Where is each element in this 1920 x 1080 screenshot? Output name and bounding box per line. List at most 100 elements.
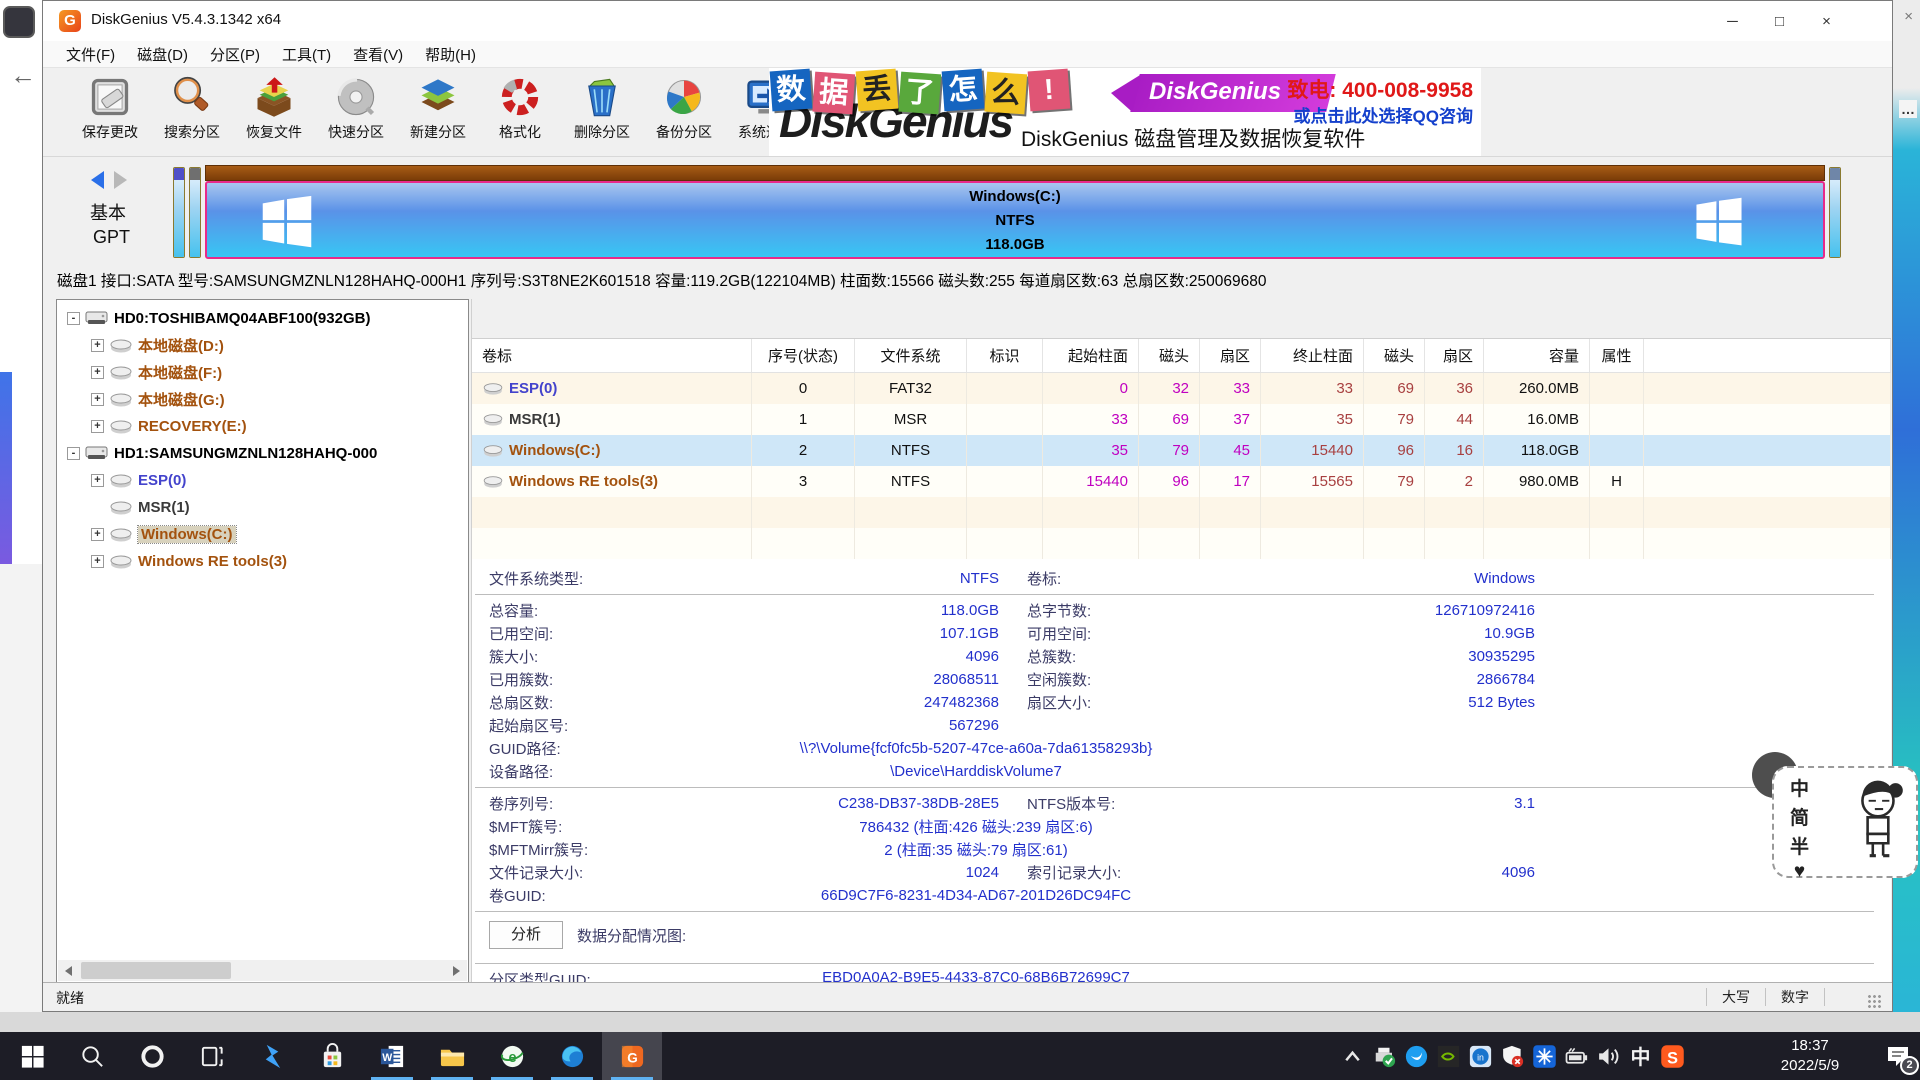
tree-item[interactable]: + 本地磁盘(F:)	[59, 359, 466, 386]
tree-item[interactable]: MSR(1)	[59, 494, 466, 521]
column-header[interactable]: 扇区	[1425, 339, 1484, 372]
tray-intel-graphics-button[interactable]: in	[1468, 1044, 1493, 1069]
detail-row: 已用簇数: 28068511 空闲簇数: 2866784	[472, 668, 1891, 691]
partition-row[interactable]: Windows RE tools(3) 3NTFS154409617155657…	[472, 466, 1891, 497]
tree-horizont al-scrollbar[interactable]	[58, 960, 467, 981]
taskbar-task-view-button[interactable]	[182, 1032, 242, 1080]
tray-tray-expand-button[interactable]	[1340, 1044, 1365, 1069]
expand-icon[interactable]: +	[91, 474, 104, 487]
expand-icon[interactable]: +	[91, 366, 104, 379]
taskbar-diskgenius-button[interactable]: G	[602, 1032, 662, 1080]
column-header[interactable]: 标识	[967, 339, 1043, 372]
toolbar-button-label: 备份分区	[656, 122, 712, 142]
tree-item[interactable]: + Windows RE tools(3)	[59, 548, 466, 575]
detail-row: $MFTMirr簇号: 2 (柱面:35 磁头:79 扇区:61)	[472, 838, 1891, 861]
tree-item[interactable]: - HD1:SAMSUNGMZNLN128HAHQ-000	[59, 440, 466, 467]
column-header[interactable]: 终止柱面	[1261, 339, 1364, 372]
cell	[1590, 435, 1644, 466]
menu-item-5[interactable]: 帮助(H)	[414, 41, 487, 67]
prev-disk-button[interactable]	[91, 171, 104, 189]
taskbar-clock[interactable]: 18:37 2022/5/9	[1755, 1036, 1865, 1076]
tray-printer-status-button[interactable]	[1372, 1044, 1397, 1069]
tray-snowflake-tool-button[interactable]	[1532, 1044, 1557, 1069]
expand-icon[interactable]: +	[91, 555, 104, 568]
scroll-left-button[interactable]	[58, 960, 79, 981]
toolbar-quick-button[interactable]: 快速分区	[315, 71, 397, 153]
menu-item-1[interactable]: 磁盘(D)	[126, 41, 199, 67]
tree-item[interactable]: + RECOVERY(E:)	[59, 413, 466, 440]
taskbar-flash-app-button[interactable]	[242, 1032, 302, 1080]
partition-row[interactable]: MSR(1) 1MSR33693735794416.0MB	[472, 404, 1891, 435]
menu-item-4[interactable]: 查看(V)	[342, 41, 414, 67]
partition-bar-windows-c[interactable]: Windows(C:) NTFS 118.0GB	[205, 181, 1825, 259]
tree-indent	[91, 501, 104, 514]
tray-ime-mode-button[interactable]: 中	[1628, 1044, 1653, 1069]
menu-item-0[interactable]: 文件(F)	[55, 41, 126, 67]
notification-center-button[interactable]: 2	[1884, 1042, 1912, 1070]
column-header[interactable]: 磁头	[1139, 339, 1200, 372]
column-header[interactable]: 序号(状态)	[752, 339, 855, 372]
selected-partition-size: 118.0GB	[207, 233, 1823, 257]
resize-grip[interactable]	[1867, 994, 1882, 1009]
toolbar-newp-button[interactable]: 新建分区	[397, 71, 479, 153]
tray-volume-button[interactable]	[1596, 1044, 1621, 1069]
toolbar-backup-button[interactable]: 备份分区	[643, 71, 725, 153]
tray-nvidia-settings-button[interactable]	[1436, 1044, 1461, 1069]
column-header[interactable]: 起始柱面	[1043, 339, 1139, 372]
tree-item[interactable]: + 本地磁盘(G:)	[59, 386, 466, 413]
scrollbar-thumb[interactable]	[81, 962, 231, 979]
toolbar-format-button[interactable]: 格式化	[479, 71, 561, 153]
menu-item-2[interactable]: 分区(P)	[199, 41, 271, 67]
ime-status-widget[interactable]: 中简半♥	[1772, 766, 1918, 878]
toolbar-save-button[interactable]: 保存更改	[69, 71, 151, 153]
partition-bar-msr[interactable]	[189, 167, 201, 258]
minimize-button[interactable]: ─	[1709, 1, 1756, 41]
column-header[interactable]: 磁头	[1364, 339, 1425, 372]
column-header[interactable]: 扇区	[1200, 339, 1261, 372]
partition-row[interactable]: Windows(C:) 2NTFS357945154409616118.0GB	[472, 435, 1891, 466]
ad-banner[interactable]: DiskGenius 数据丢了怎么! DiskGenius 致电: 400-00…	[769, 68, 1481, 156]
collapse-icon[interactable]: -	[67, 312, 80, 325]
column-header[interactable]: 卷标	[472, 339, 752, 372]
partition-bar-re-tools[interactable]	[1829, 167, 1841, 258]
toolbar-delp-button[interactable]: 删除分区	[561, 71, 643, 153]
taskbar-cortana-button[interactable]	[122, 1032, 182, 1080]
taskbar-search-button[interactable]	[62, 1032, 122, 1080]
toolbar-recover-button[interactable]: 恢复文件	[233, 71, 315, 153]
expand-icon[interactable]: +	[91, 420, 104, 433]
menu-item-3[interactable]: 工具(T)	[271, 41, 342, 67]
analyze-button[interactable]: 分析	[489, 921, 563, 949]
toolbar-search-button[interactable]: 搜索分区	[151, 71, 233, 153]
store-icon	[319, 1043, 346, 1070]
banner-tile: 么	[984, 72, 1027, 115]
taskbar-word-button[interactable]: W	[362, 1032, 422, 1080]
tray-power-button[interactable]	[1564, 1044, 1589, 1069]
column-header[interactable]: 属性	[1590, 339, 1644, 372]
expand-icon[interactable]: +	[91, 528, 104, 541]
maximize-button[interactable]: □	[1756, 1, 1803, 41]
tree-item[interactable]: + Windows(C:)	[59, 521, 466, 548]
detail-row: 簇大小: 4096 总簇数: 30935295	[472, 645, 1891, 668]
taskbar-file-explorer-button[interactable]	[422, 1032, 482, 1080]
taskbar-edge-button[interactable]	[542, 1032, 602, 1080]
tray-sogou-ime-button[interactable]: S	[1660, 1044, 1685, 1069]
column-header[interactable]: 容量	[1484, 339, 1590, 372]
expand-icon[interactable]: +	[91, 339, 104, 352]
scroll-right-button[interactable]	[446, 960, 467, 981]
collapse-icon[interactable]: -	[67, 447, 80, 460]
column-header[interactable]: 文件系统	[855, 339, 967, 372]
taskbar-start-button[interactable]	[2, 1032, 62, 1080]
tray-dingtalk-button[interactable]	[1404, 1044, 1429, 1069]
tree-item[interactable]: + ESP(0)	[59, 467, 466, 494]
tray-security-alert-button[interactable]	[1500, 1044, 1525, 1069]
expand-icon[interactable]: +	[91, 393, 104, 406]
scrollbar-track[interactable]	[79, 960, 446, 981]
taskbar-browser-green-e-button[interactable]: e	[482, 1032, 542, 1080]
partition-bar-esp[interactable]	[173, 167, 185, 258]
tree-item[interactable]: - HD0:TOSHIBAMQ04ABF100(932GB)	[59, 305, 466, 332]
partition-row[interactable]: ESP(0) 0FAT3203233336936260.0MB	[472, 373, 1891, 404]
next-disk-button[interactable]	[114, 171, 127, 189]
taskbar-store-button[interactable]	[302, 1032, 362, 1080]
close-button[interactable]: ×	[1803, 1, 1850, 41]
tree-item[interactable]: + 本地磁盘(D:)	[59, 332, 466, 359]
